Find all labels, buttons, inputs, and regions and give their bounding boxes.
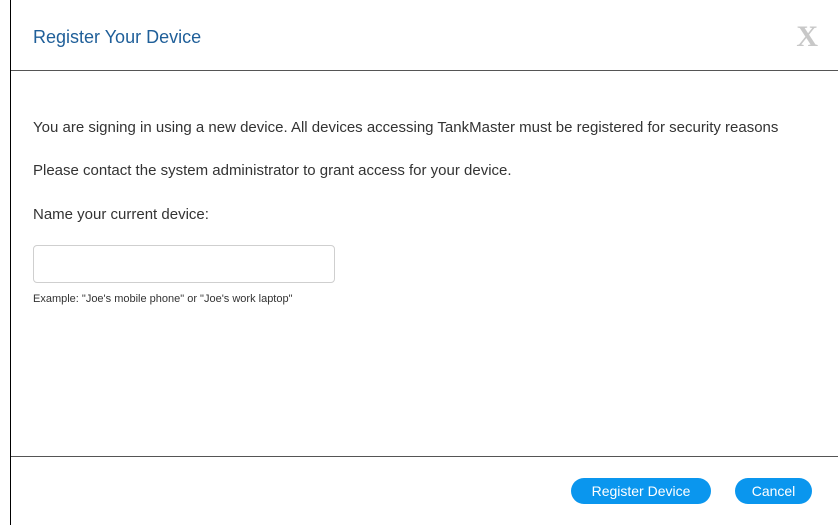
close-icon[interactable]: X [796,22,818,52]
device-name-hint: Example: "Joe's mobile phone" or "Joe's … [33,293,293,305]
contact-admin-message: Please contact the system administrator … [33,162,512,179]
dialog-header: Register Your Device X [11,0,838,71]
cancel-button[interactable]: Cancel [735,478,812,504]
register-device-dialog: Register Your Device X You are signing i… [0,0,838,525]
device-name-label: Name your current device: [33,206,209,223]
device-name-input[interactable] [33,245,335,283]
dialog-footer: Register Device Cancel [11,456,838,525]
dialog-title: Register Your Device [33,27,202,47]
register-device-button[interactable]: Register Device [571,478,711,504]
new-device-message: You are signing in using a new device. A… [33,119,779,136]
dialog-body: You are signing in using a new device. A… [11,71,838,456]
